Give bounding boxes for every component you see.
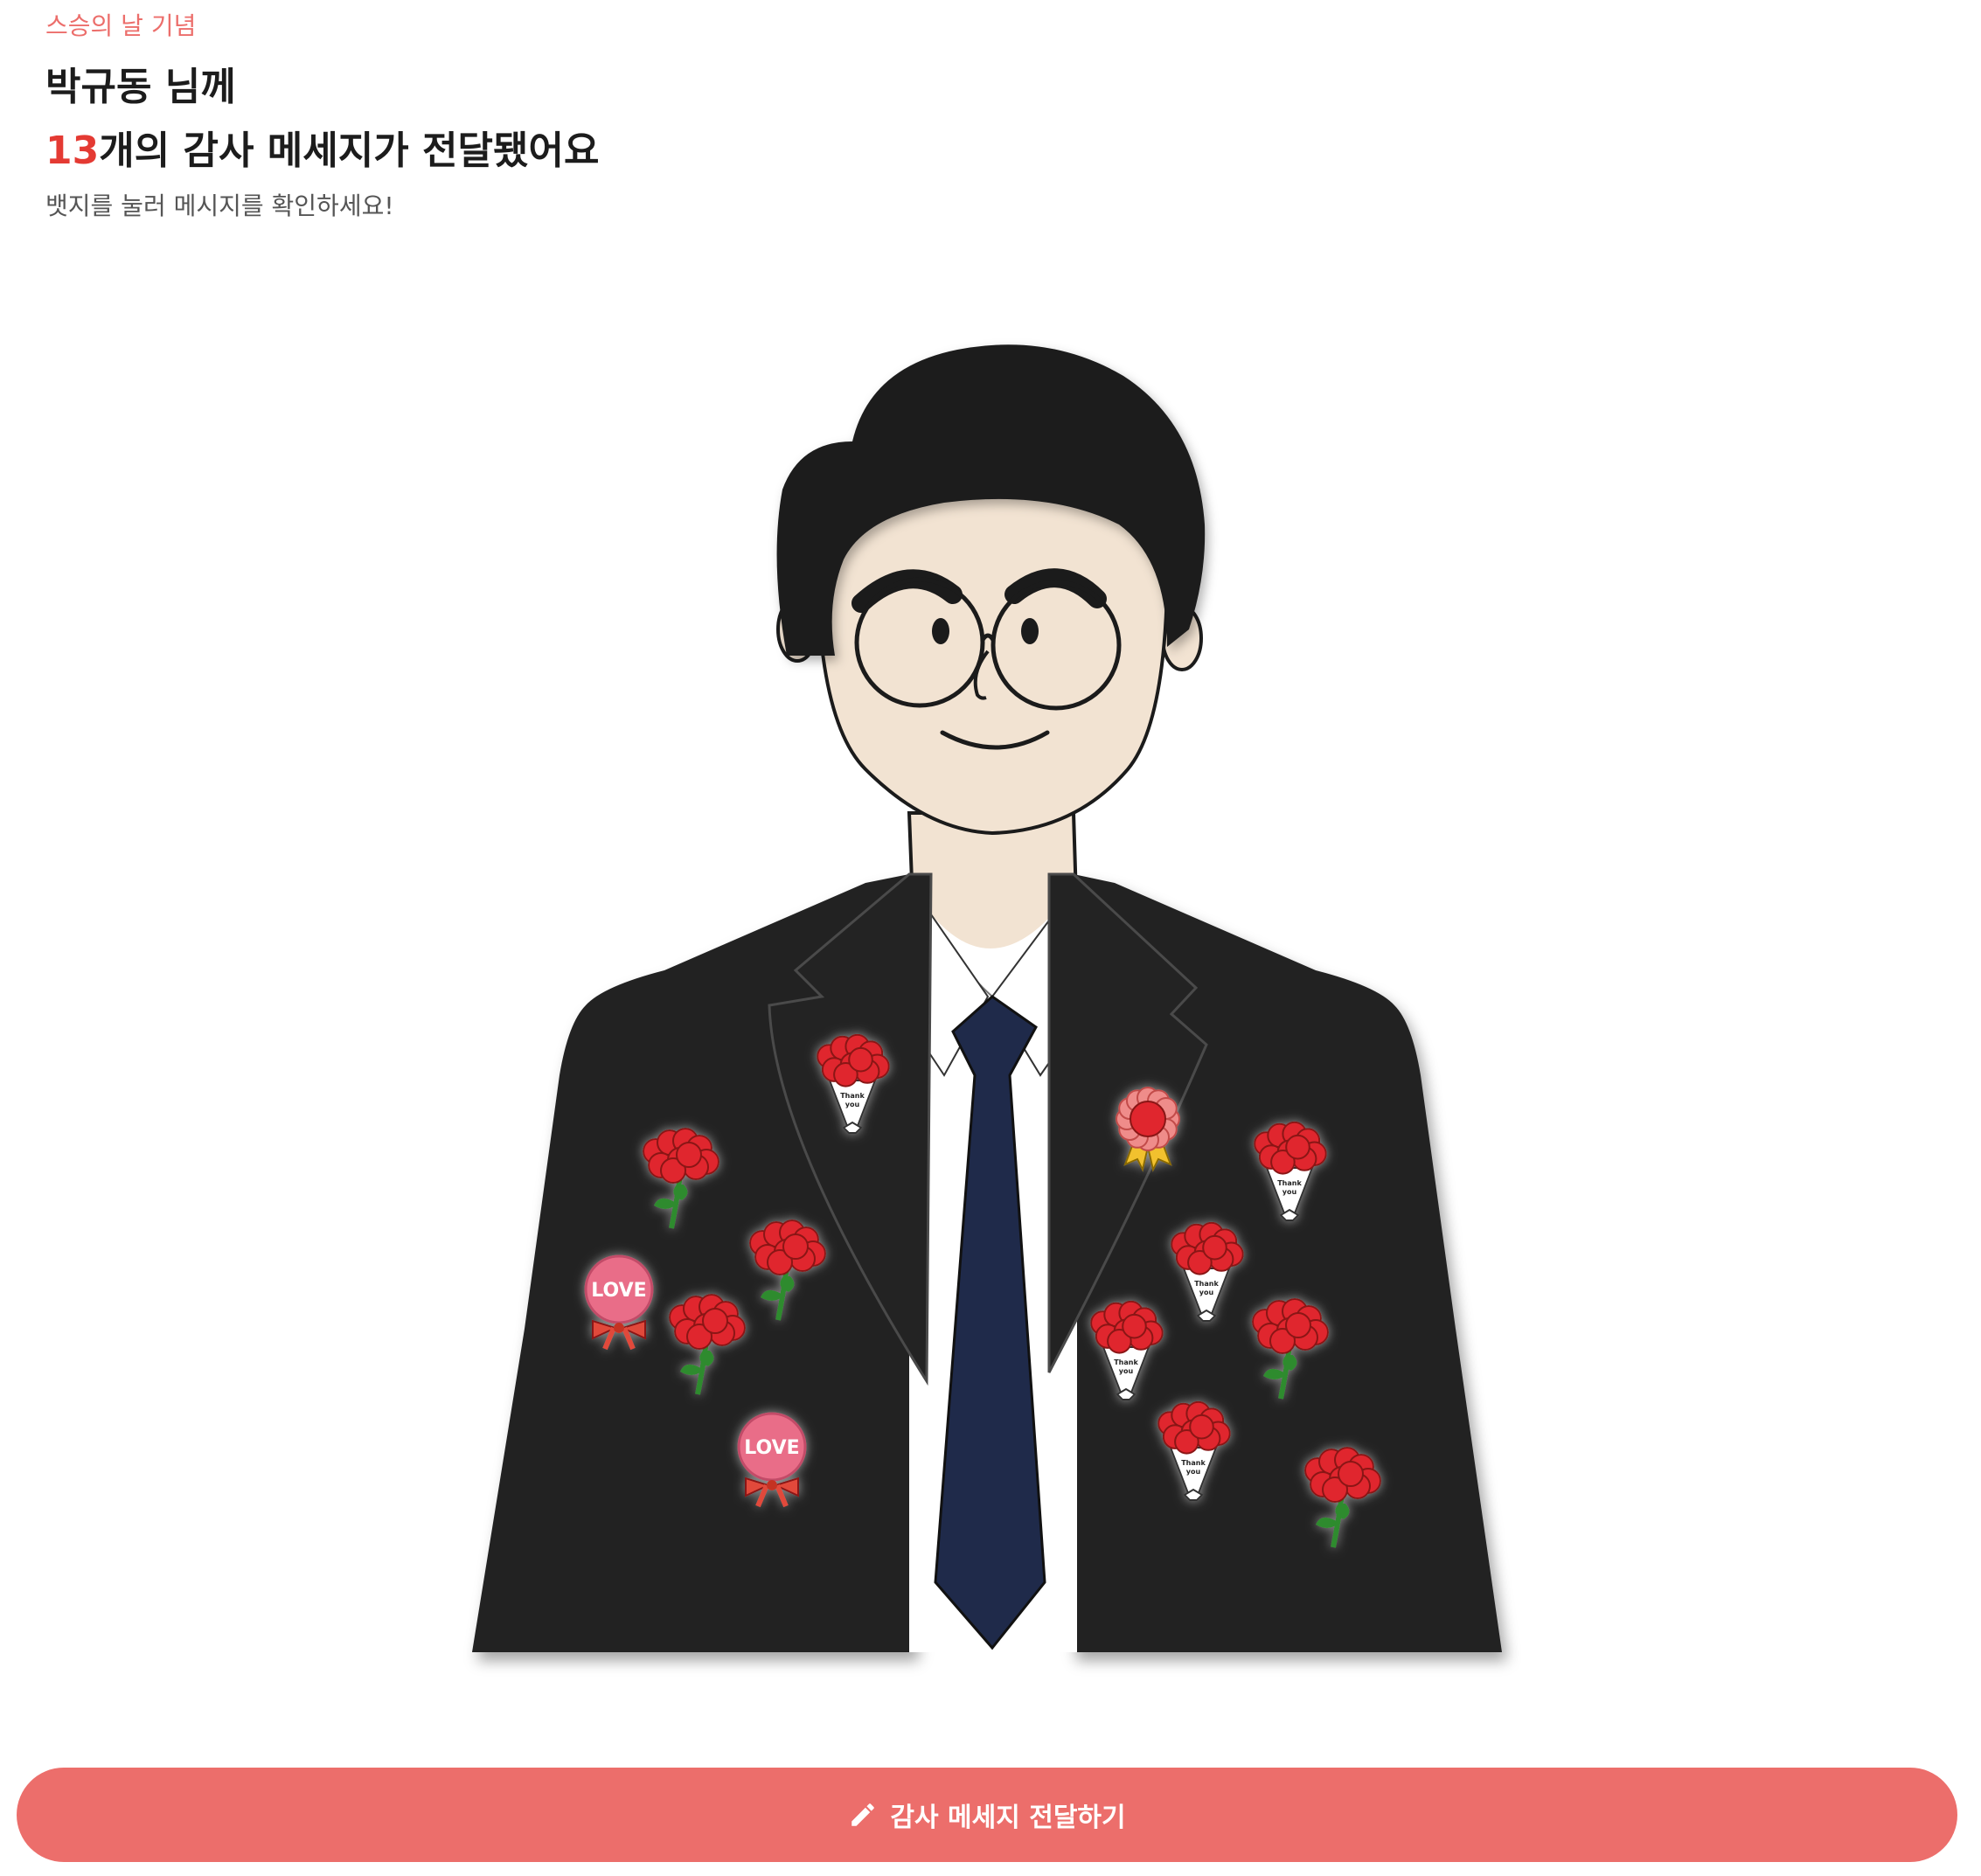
eye-left — [932, 618, 949, 644]
badge-text: Thank — [840, 1092, 865, 1100]
badge-text: LOVE — [591, 1280, 646, 1302]
badge-text: Thank — [1114, 1358, 1138, 1366]
send-message-label: 감사 메세지 전달하기 — [890, 1803, 1126, 1833]
badge-text-2: you — [845, 1101, 860, 1108]
eye-right — [1021, 618, 1039, 644]
badge-text-2: you — [1282, 1188, 1297, 1196]
teacher-illustration: ThankyouLOVELOVEThankyouThankyouThankyou… — [472, 344, 1502, 1652]
badge-text: Thank — [1194, 1280, 1219, 1288]
badge-text-2: you — [1119, 1367, 1134, 1375]
page: 스승의 날 기념 박규동 님께 13개의 감사 메세지가 전달됐어요 뱃지를 눌… — [0, 0, 1981, 1876]
badge-text-2: you — [1186, 1468, 1201, 1476]
badge-text-2: you — [1199, 1289, 1214, 1296]
badge-text: LOVE — [744, 1437, 799, 1459]
badge-text: Thank — [1181, 1459, 1206, 1467]
send-message-button[interactable]: 감사 메세지 전달하기 — [17, 1768, 1957, 1862]
pencil-icon — [851, 1803, 875, 1826]
badge-text: Thank — [1277, 1179, 1302, 1187]
